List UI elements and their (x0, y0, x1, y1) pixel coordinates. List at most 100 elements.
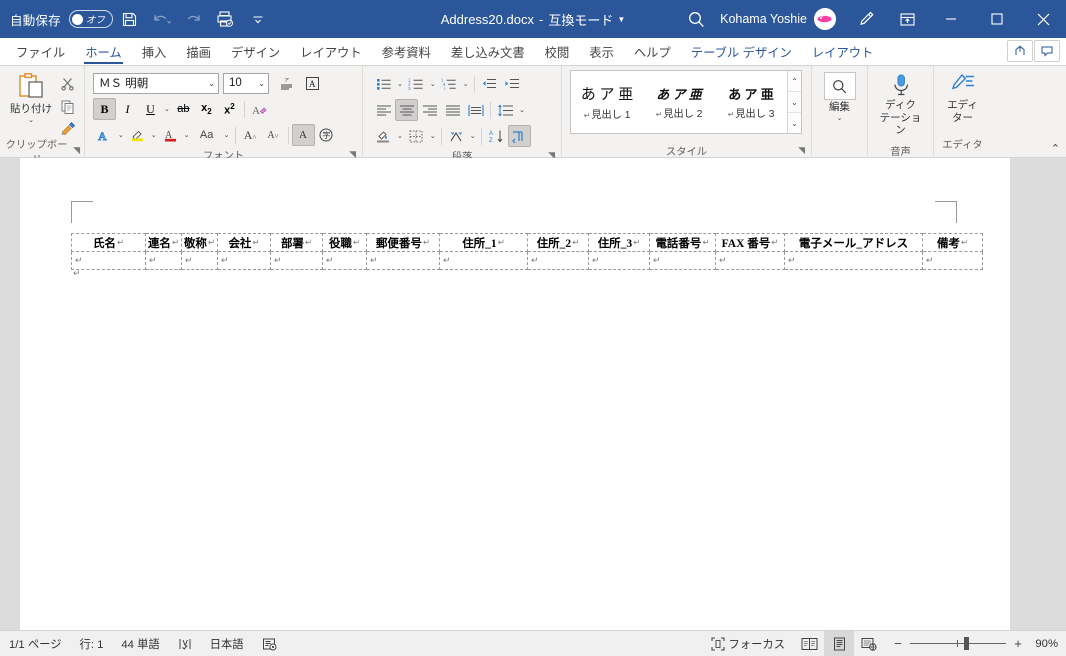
text-highlight-icon[interactable] (126, 124, 149, 146)
chevron-down-icon[interactable]: ⌄ (222, 131, 232, 139)
enclose-character-icon[interactable]: 字 (315, 124, 338, 146)
proofing-errors-icon[interactable] (169, 631, 201, 656)
table-cell[interactable]: ↵ (218, 252, 271, 270)
chevron-down-icon[interactable]: ⌄ (428, 132, 438, 140)
table-cell-header[interactable]: 住所_1↵ (440, 234, 528, 252)
table-cell-header[interactable]: 役職↵ (323, 234, 367, 252)
table-cell[interactable]: ↵ (182, 252, 218, 270)
table-cell-header[interactable]: 電子メール_アドレス (785, 234, 923, 252)
increase-indent-icon[interactable] (501, 73, 524, 95)
font-name-input[interactable]: ＭＳ 明朝 ⌄ (93, 73, 219, 94)
chevron-down-icon[interactable]: ⌄ (208, 79, 215, 88)
editor-button[interactable]: エディ ター (940, 69, 986, 124)
table-cell-header[interactable]: 連名↵ (146, 234, 182, 252)
justify-icon[interactable] (441, 99, 464, 121)
table-cell[interactable]: ↵ (323, 252, 367, 270)
chevron-down-icon[interactable]: ⌄ (116, 131, 126, 139)
table-cell-header[interactable]: 郵便番号↵ (367, 234, 440, 252)
tab-view[interactable]: 表示 (579, 38, 624, 65)
asian-layout-icon[interactable] (445, 125, 468, 147)
borders-icon[interactable] (405, 125, 428, 147)
table-cell[interactable]: ↵ (72, 252, 146, 270)
compatibility-mode-label[interactable]: 互換モード (548, 10, 613, 29)
ink-pen-icon[interactable] (846, 0, 886, 38)
line-indicator[interactable]: 行: 1 (71, 631, 113, 656)
customize-qat-icon[interactable] (243, 5, 273, 33)
cut-scissors-icon[interactable] (56, 72, 79, 94)
user-name-label[interactable]: Kohama Yoshie (720, 12, 807, 26)
web-layout-icon[interactable] (854, 631, 884, 656)
numbered-list-icon[interactable]: 123 (405, 73, 428, 95)
font-size-input[interactable]: 10 ⌄ (223, 73, 269, 94)
style-heading-3[interactable]: あ ア 亜 ↵見出し 3 (715, 71, 787, 133)
character-border-icon[interactable]: A (301, 72, 324, 94)
align-center-icon[interactable] (395, 99, 418, 121)
chevron-down-icon[interactable]: ▼ (617, 15, 625, 24)
table-cell-header[interactable]: 住所_3↵ (589, 234, 650, 252)
font-color-icon[interactable]: A (159, 124, 182, 146)
table-cell-header[interactable]: 住所_2↵ (528, 234, 589, 252)
chevron-down-icon[interactable]: ⌄ (395, 132, 405, 140)
table-cell-header[interactable]: 敬称↵ (182, 234, 218, 252)
chevron-down-icon[interactable]: ⌄ (468, 132, 478, 140)
table-cell[interactable]: ↵ (528, 252, 589, 270)
redo-icon[interactable] (179, 5, 209, 33)
bullet-list-icon[interactable] (372, 73, 395, 95)
save-icon[interactable] (115, 5, 145, 33)
tab-table-design[interactable]: テーブル デザイン (681, 38, 802, 65)
tab-help[interactable]: ヘルプ (624, 38, 681, 65)
subscript-button[interactable]: x2 (195, 98, 218, 120)
focus-mode-button[interactable]: フォーカス (702, 631, 795, 656)
superscript-button[interactable]: x2 (218, 98, 241, 120)
tab-design[interactable]: デザイン (221, 38, 290, 65)
phonetic-guide-icon[interactable]: ア (275, 72, 298, 94)
scroll-down-icon[interactable]: ⌄ (788, 92, 801, 113)
zoom-slider[interactable] (910, 637, 1006, 651)
accessibility-icon[interactable] (253, 631, 286, 656)
zoom-in-button[interactable]: + (1012, 636, 1024, 651)
table-cell[interactable]: ↵ (146, 252, 182, 270)
address-table[interactable]: 氏名↵ 連名↵ 敬称↵ 会社↵ 部署↵ 役職↵ 郵便番号↵ 住所_1↵ 住所_2… (71, 233, 983, 270)
strikethrough-button[interactable]: ab (172, 98, 195, 120)
chevron-down-icon[interactable]: ⌄ (428, 80, 438, 88)
close-icon[interactable] (1020, 0, 1066, 38)
zoom-slider-thumb[interactable] (964, 637, 969, 650)
character-shading-icon[interactable]: A (292, 124, 315, 146)
tab-references[interactable]: 参考資料 (372, 38, 441, 65)
tab-home[interactable]: ホーム (75, 38, 132, 65)
editing-button[interactable]: 編集 ⌄ (817, 69, 863, 122)
tab-table-layout[interactable]: レイアウト (802, 38, 884, 65)
dictate-button[interactable]: ディク テーション (878, 69, 924, 136)
table-cell[interactable]: ↵ (716, 252, 785, 270)
chevron-down-icon[interactable]: ⌄ (162, 105, 172, 113)
ribbon-display-options-icon[interactable] (886, 0, 928, 38)
chevron-down-icon[interactable]: ⌄ (258, 79, 265, 88)
table-cell[interactable]: ↵ (271, 252, 323, 270)
table-cell[interactable]: ↵ (785, 252, 923, 270)
search-icon[interactable] (672, 0, 720, 38)
scroll-up-icon[interactable]: ⌃ (788, 71, 801, 92)
copy-icon[interactable] (56, 95, 79, 117)
zoom-level-label[interactable]: 90% (1032, 638, 1066, 650)
multilevel-list-icon[interactable]: 1ai (438, 73, 461, 95)
chevron-down-icon[interactable]: ⌄ (182, 131, 192, 139)
undo-icon[interactable] (147, 5, 177, 33)
distribute-icon[interactable] (464, 99, 487, 121)
tab-layout[interactable]: レイアウト (290, 38, 372, 65)
word-count[interactable]: 44 単語 (112, 631, 168, 656)
line-spacing-icon[interactable] (494, 99, 517, 121)
maximize-icon[interactable] (974, 0, 1020, 38)
comments-icon[interactable] (1034, 40, 1060, 62)
table-cell-header[interactable]: 部署↵ (271, 234, 323, 252)
bold-button[interactable]: B (93, 98, 116, 120)
autosave-toggle[interactable]: オフ (69, 10, 113, 28)
italic-button[interactable]: I (116, 98, 139, 120)
chevron-down-icon[interactable]: ⌄ (461, 80, 471, 88)
grow-font-icon[interactable]: A˄ (239, 124, 262, 146)
quick-print-icon[interactable] (211, 5, 241, 33)
table-cell[interactable]: ↵ (367, 252, 440, 270)
collapse-ribbon-icon[interactable]: ⌃ (1051, 142, 1060, 155)
styles-more-icon[interactable]: ⌄ (788, 113, 801, 133)
table-row-header[interactable]: 氏名↵ 連名↵ 敬称↵ 会社↵ 部署↵ 役職↵ 郵便番号↵ 住所_1↵ 住所_2… (72, 234, 983, 252)
table-cell[interactable]: ↵ (650, 252, 716, 270)
